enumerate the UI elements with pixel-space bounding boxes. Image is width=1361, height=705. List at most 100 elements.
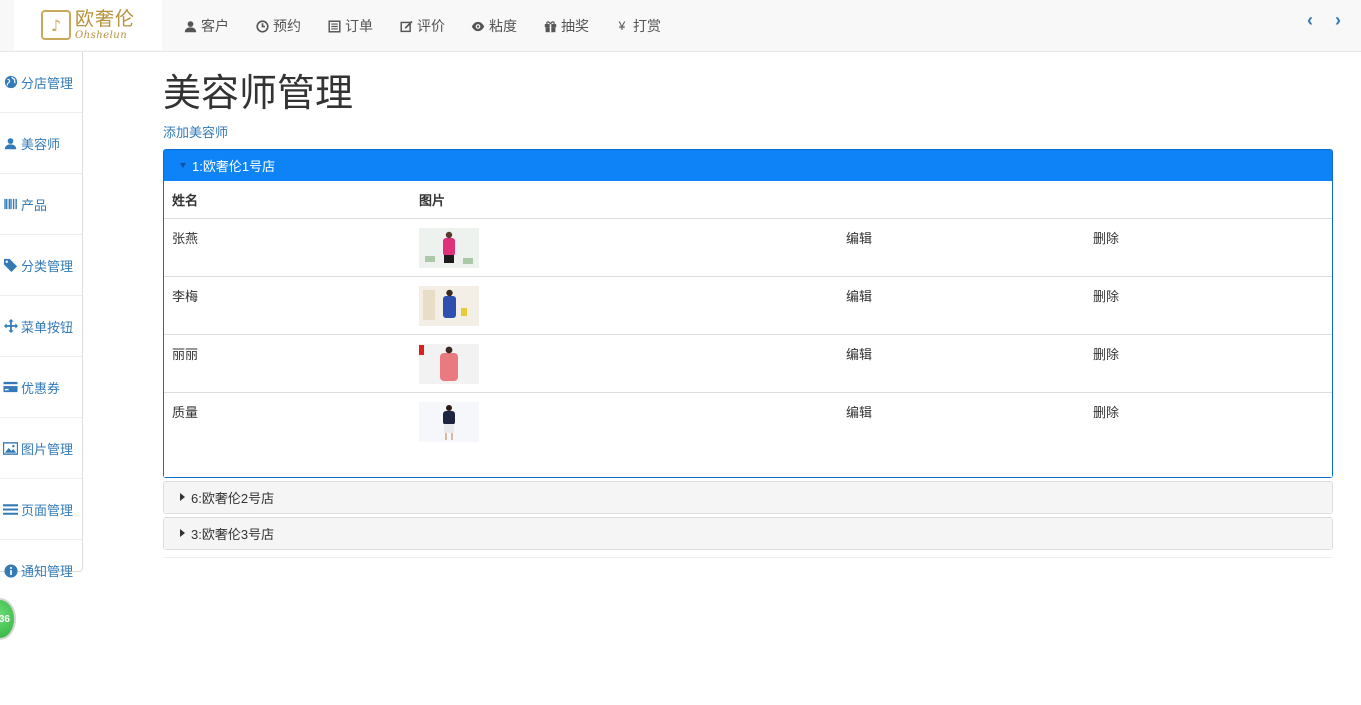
sidebar-item-label: 菜单按钮 [21, 319, 74, 335]
gift-icon [543, 19, 557, 33]
beautician-photo [419, 401, 479, 442]
sidebar-item-menu-buttons[interactable]: 菜单按钮 [0, 296, 82, 357]
edit-button[interactable]: 编辑 [846, 231, 872, 246]
table-row: 张燕 编辑 删除 [164, 218, 1332, 277]
sidebar-item-images[interactable]: 图片管理 [0, 418, 82, 479]
store-panel-heading[interactable]: 1:欧奢伦1号店 [164, 150, 1332, 181]
cell-delete: 删除 [1085, 392, 1332, 450]
store-panel: 6:欧奢伦2号店 [163, 480, 1333, 514]
sidebar-item-label: 图片管理 [21, 441, 74, 457]
logo-box: ♪ 欧奢伦 Ohshelun [40, 7, 135, 41]
nav-item-lottery[interactable]: 抽奖 [530, 0, 602, 52]
cell-edit: 编辑 [838, 392, 1085, 450]
delete-button[interactable]: 删除 [1093, 289, 1119, 304]
cell-photo [411, 276, 838, 335]
main-content: 美容师管理 添加美容师 1:欧奢伦1号店 姓名 图片 张燕 编辑 删除 李梅 编… [163, 52, 1333, 553]
logo-mark-icon: ♪ [40, 10, 71, 40]
credit-card-icon [3, 380, 18, 395]
nav-item-stickiness[interactable]: 粘度 [458, 0, 530, 52]
store-panel: 1:欧奢伦1号店 姓名 图片 张燕 编辑 删除 李梅 编辑 删除 丽丽 编辑 删… [163, 149, 1333, 478]
chevron-right-icon[interactable]: › [1335, 10, 1341, 31]
sidebar-item-label: 优惠券 [21, 380, 61, 396]
delete-button[interactable]: 删除 [1093, 231, 1119, 246]
store-panel-heading[interactable]: 3:欧奢伦3号店 [164, 517, 1332, 549]
sidebar-item-categories[interactable]: 分类管理 [0, 235, 82, 296]
beautician-photo [419, 227, 479, 268]
nav-item-reviews[interactable]: 评价 [386, 0, 458, 52]
nav-item-customers[interactable]: 客户 [170, 0, 242, 52]
cell-edit: 编辑 [838, 276, 1085, 335]
sidebar-item-products[interactable]: 产品 [0, 174, 82, 235]
cell-edit: 编辑 [838, 334, 1085, 393]
nav-item-appointments[interactable]: 预约 [242, 0, 314, 52]
sidebar-item-label: 页面管理 [21, 502, 74, 518]
sidebar-item-notifications[interactable]: 通知管理 [0, 540, 82, 601]
menu-lines-icon [3, 502, 18, 517]
sidebar-item-beauticians[interactable]: 美容师 [0, 113, 82, 174]
footer-divider [163, 557, 1333, 558]
sidebar-item-pages[interactable]: 页面管理 [0, 479, 82, 540]
picture-icon [3, 441, 18, 456]
nav-item-label: 抽奖 [561, 18, 589, 34]
eye-icon [471, 19, 485, 33]
barcode-icon [3, 197, 18, 212]
column-header-edit [838, 181, 1085, 219]
edit-button[interactable]: 编辑 [846, 405, 872, 420]
cell-delete: 删除 [1085, 218, 1332, 277]
table-row: 李梅 编辑 删除 [164, 276, 1332, 335]
brand-logo[interactable]: ♪ 欧奢伦 Ohshelun [14, 0, 162, 50]
beautician-table: 姓名 图片 张燕 编辑 删除 李梅 编辑 删除 丽丽 编辑 删除 质量 编辑 删… [164, 181, 1332, 450]
floating-counter-badge[interactable]: 36 [0, 598, 16, 640]
cell-photo [411, 334, 838, 393]
store-panel-title: 6:欧奢伦2号店 [191, 490, 275, 506]
nav-item-tips[interactable]: ¥ 打赏 [602, 0, 674, 52]
edit-icon [399, 19, 413, 33]
logo-text: 欧奢伦 Ohshelun [74, 7, 135, 41]
cell-photo [411, 218, 838, 277]
caret-right-icon [180, 493, 185, 501]
cell-photo [411, 392, 838, 450]
sidebar-item-label: 产品 [21, 197, 48, 213]
globe-icon [3, 75, 18, 90]
cell-delete: 删除 [1085, 334, 1332, 393]
sidebar-item-label: 通知管理 [21, 564, 74, 579]
store-panel-heading[interactable]: 6:欧奢伦2号店 [164, 481, 1332, 513]
nav-item-orders[interactable]: 订单 [314, 0, 386, 52]
edit-button[interactable]: 编辑 [846, 347, 872, 362]
top-nav: 客户 预约 订单 评价 粘度 抽奖 ¥ 打赏 [170, 0, 674, 52]
sidebar-item-coupons[interactable]: 优惠券 [0, 357, 82, 418]
cell-name: 质量 [172, 404, 199, 420]
column-header-image: 图片 [411, 181, 838, 219]
nav-arrows: ‹ › [1307, 10, 1341, 31]
user-icon [183, 19, 197, 33]
cell-name: 丽丽 [164, 334, 411, 393]
clock-icon [255, 19, 269, 33]
nav-item-label: 订单 [345, 18, 373, 34]
page-title: 美容师管理 [163, 73, 354, 115]
user-icon [3, 136, 18, 151]
store-panel-title: 3:欧奢伦3号店 [191, 526, 275, 542]
nav-item-label: 打赏 [633, 18, 661, 34]
chevron-left-icon[interactable]: ‹ [1307, 10, 1313, 31]
sidebar-item-branches[interactable]: 分店管理 [0, 52, 82, 113]
beautician-photo [419, 285, 479, 326]
edit-button[interactable]: 编辑 [846, 289, 872, 304]
add-beautician-link[interactable]: 添加美容师 [163, 122, 228, 141]
top-navbar: ♪ 欧奢伦 Ohshelun 客户 预约 订单 评价 粘度 抽奖 ¥ 打赏 ‹ … [0, 0, 1361, 52]
caret-down-icon [180, 163, 186, 168]
tags-icon [3, 258, 18, 273]
nav-item-label: 粘度 [489, 18, 517, 34]
logo-text-en: Ohshelun [74, 29, 128, 41]
caret-right-icon [180, 529, 185, 537]
sidebar-item-label: 美容师 [21, 136, 61, 152]
nav-item-label: 预约 [273, 18, 301, 34]
nav-item-label: 评价 [417, 18, 445, 34]
move-icon [3, 319, 18, 334]
store-panel-body: 姓名 图片 张燕 编辑 删除 李梅 编辑 删除 丽丽 编辑 删除 质量 编辑 删… [164, 181, 1332, 477]
yen-icon: ¥ [618, 19, 626, 33]
delete-button[interactable]: 删除 [1093, 405, 1119, 420]
sidebar: 分店管理 美容师 产品 分类管理 菜单按钮 优惠券 图片管理 页面管理 通知管理 [0, 52, 83, 579]
logo-text-cn: 欧奢伦 [74, 7, 135, 30]
table-header-row: 姓名 图片 [164, 181, 1332, 219]
delete-button[interactable]: 删除 [1093, 347, 1119, 362]
